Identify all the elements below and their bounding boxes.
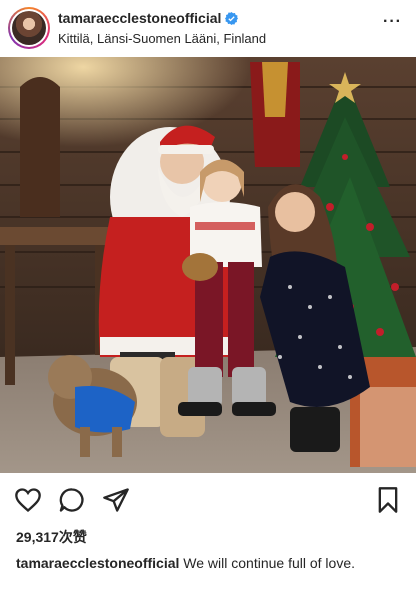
verified-badge-icon xyxy=(225,11,239,25)
heart-icon[interactable] xyxy=(14,486,42,514)
avatar[interactable] xyxy=(8,7,50,49)
comment-icon[interactable] xyxy=(58,486,86,514)
share-icon[interactable] xyxy=(102,486,130,514)
user-block: tamaraecclestoneofficial Kittilä, Länsi-… xyxy=(58,10,266,46)
username-link[interactable]: tamaraecclestoneofficial xyxy=(58,10,221,26)
caption: tamaraecclestoneofficial We will continu… xyxy=(16,554,408,572)
post-photo[interactable] xyxy=(0,57,416,473)
caption-username[interactable]: tamaraecclestoneofficial xyxy=(16,555,179,571)
photo-scene xyxy=(0,57,416,473)
caption-text: We will continue full of love. xyxy=(183,555,356,571)
post-header: tamaraecclestoneofficial Kittilä, Länsi-… xyxy=(0,0,416,56)
action-bar xyxy=(0,474,416,524)
username-row: tamaraecclestoneofficial xyxy=(58,10,239,26)
location-link[interactable]: Kittilä, Länsi-Suomen Lääni, Finland xyxy=(58,31,266,46)
more-options-icon[interactable]: ··· xyxy=(383,14,402,30)
like-count[interactable]: 29,317次赞 xyxy=(16,527,87,547)
bookmark-icon[interactable] xyxy=(374,486,402,514)
